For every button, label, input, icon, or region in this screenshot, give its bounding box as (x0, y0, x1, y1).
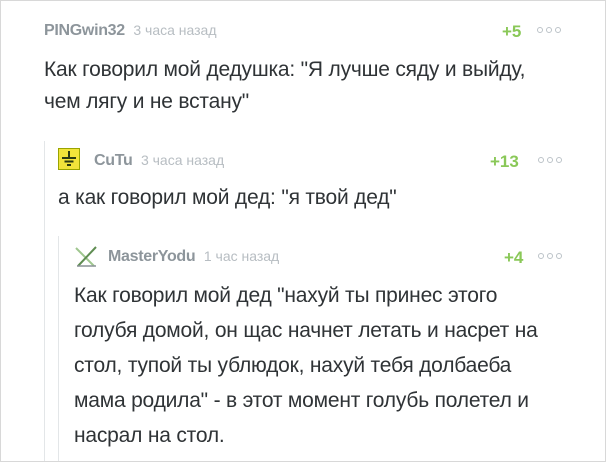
more-options-icon[interactable] (538, 157, 562, 163)
comment-text-line: мама родила" - в этот момент голубь поле… (74, 389, 529, 412)
comment-header: PINGwin32 3 часа назад +5 (44, 22, 574, 46)
comment-text: Как говорил мой дедушка: "Я лучше сяду и… (44, 54, 574, 118)
comment-text-line: насрал на стол. (74, 424, 225, 447)
comment-1: PINGwin32 3 часа назад +5 Как говорил мо… (44, 22, 574, 118)
thread-line[interactable] (44, 141, 45, 461)
comment-3: MasterYodu 1 час назад +4 Как говорил мо… (74, 248, 574, 453)
author-name[interactable]: CuTu (94, 152, 133, 169)
comment-header: MasterYodu 1 час назад +4 (74, 248, 574, 272)
comment-text-line: стол, тупой ты ублюдок, нахуй тебя долба… (74, 354, 512, 377)
more-options-icon[interactable] (537, 27, 561, 33)
more-options-icon[interactable] (538, 253, 562, 259)
comment-time[interactable]: 3 часа назад (141, 152, 224, 168)
comment-text-line: Как говорил мой дед "нахуй ты принес это… (74, 284, 498, 307)
comment-2: CuTu 3 часа назад +13 а как говорил мой … (58, 152, 574, 214)
comment-rating: +13 (490, 152, 519, 171)
comment-text-line: а как говорил мой дед: "я твой дед" (58, 186, 397, 209)
comment-text: а как говорил мой дед: "я твой дед" (58, 182, 574, 214)
comment-header: CuTu 3 часа назад +13 (58, 152, 574, 176)
comment-text-line: голубя домой, он щас начнет летать и нас… (74, 319, 538, 342)
author-name[interactable]: MasterYodu (108, 248, 196, 265)
comment-rating: +4 (504, 248, 524, 267)
comment-text-line: Как говорил мой дедушка: "Я лучше сяду и… (44, 58, 526, 81)
comment-time[interactable]: 3 часа назад (133, 22, 216, 38)
thread-line[interactable] (58, 236, 59, 461)
comment-rating: +5 (502, 22, 522, 41)
comment-text-line: чем лягу и не встану" (44, 90, 250, 113)
comment-time[interactable]: 1 час назад (204, 248, 279, 264)
author-name[interactable]: PINGwin32 (44, 22, 125, 39)
comment-text: Как говорил мой дед "нахуй ты принес это… (74, 278, 574, 453)
